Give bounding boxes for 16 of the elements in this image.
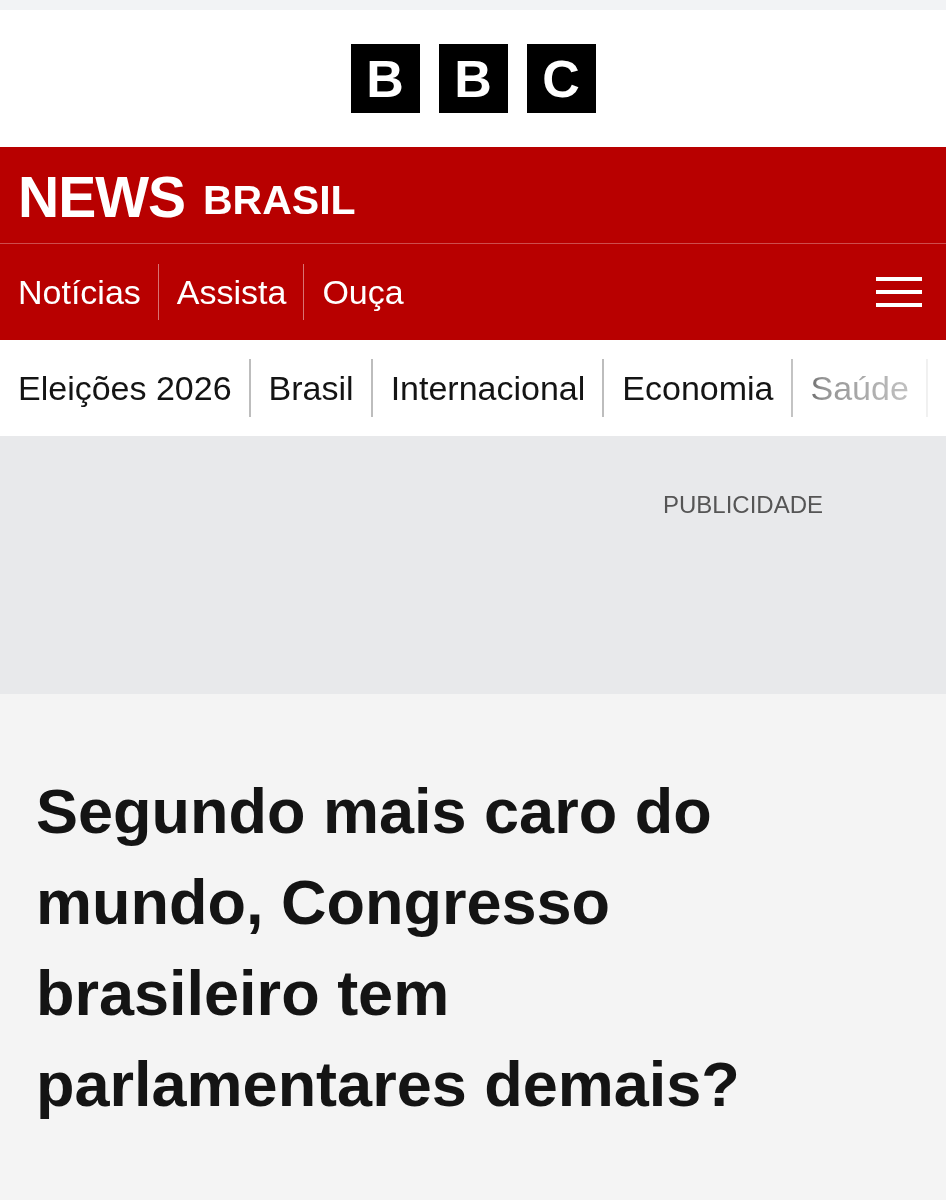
nav-link[interactable]: Ouça [303,264,421,320]
brand-subtitle: BRASIL [203,180,356,221]
advert-label: PUBLICIDADE [662,491,823,519]
logo-tile: C [526,44,596,113]
topic-link[interactable]: Economia [604,359,793,417]
menu-icon [876,277,922,307]
menu-button[interactable] [876,277,922,307]
logo-tile: B [438,44,508,113]
topic-link[interactable]: Eleições 2026 [0,359,251,417]
nav-link[interactable]: Assista [157,264,304,320]
logo-tile: B [350,44,420,113]
topic-link[interactable]: Internacional [372,359,605,417]
article-headline: Segundo mais caro do mundo, Congresso brasileiro tem parlamentares demais? [36,775,741,1121]
topic-link[interactable]: Brasil [250,359,373,417]
brand-title: NEWS [18,169,185,226]
nav-link[interactable]: Notícias [0,264,158,320]
